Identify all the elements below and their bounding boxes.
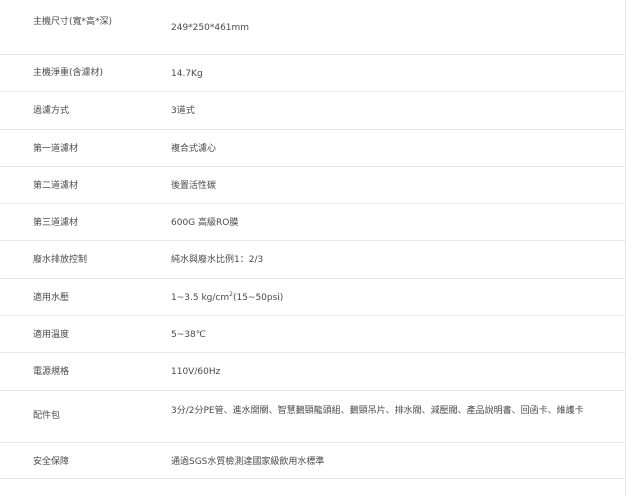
spec-row-filter-1: 第一道濾材 複合式濾心 [0, 129, 625, 166]
spec-label: 第三道濾材 [33, 218, 79, 228]
spec-label: 適用溫度 [33, 330, 70, 340]
spec-label: 安全保障 [33, 457, 70, 467]
spec-row-filter-3: 第三道濾材 600G 高級RO膜 [0, 203, 625, 240]
spec-value: 純水與廢水比例1：2/3 [171, 255, 264, 265]
spec-value: 14.7Kg [171, 69, 203, 79]
spec-value-main: 1~3.5 kg/cm [171, 293, 230, 303]
spec-row-safety: 安全保障 通過SGS水質檢測達國家級飲用水標準 [0, 442, 625, 479]
spec-value: 複合式濾心 [171, 144, 217, 154]
spec-row-power: 電源規格 110V/60Hz [0, 352, 625, 390]
spec-row-water-pressure: 適用水壓 1~3.5 kg/cm2(15~50psi) [0, 278, 625, 315]
spec-row-wastewater: 廢水排放控制 純水與廢水比例1：2/3 [0, 240, 625, 278]
spec-row-accessories: 配件包 3分/2分PE管、進水開關、智慧鵝頸龍頭組、鵝頸吊片、排水閥、減壓閥、產… [0, 390, 625, 442]
spec-row-dimensions: 主機尺寸(寬*高*深) 249*250*461mm [0, 0, 625, 54]
spec-value: 後置活性碳 [171, 181, 217, 191]
spec-label: 廢水排放控制 [33, 255, 88, 265]
spec-label: 配件包 [33, 411, 61, 421]
spec-value: 3分/2分PE管、進水開關、智慧鵝頸龍頭組、鵝頸吊片、排水閥、減壓閥、產品說明書… [171, 406, 584, 416]
spec-value-tail: (15~50psi) [232, 293, 284, 303]
spec-value: 249*250*461mm [171, 23, 250, 33]
spec-label: 第二道濾材 [33, 181, 79, 191]
spec-row-filtration-method: 過濾方式 3道式 [0, 91, 625, 129]
spec-table: 主機尺寸(寬*高*深) 249*250*461mm 主機淨重(含濾材) 14.7… [0, 0, 626, 495]
spec-label: 第一道濾材 [33, 144, 79, 154]
spec-value: 3道式 [171, 106, 195, 116]
spec-value: 600G 高級RO膜 [171, 218, 239, 228]
spec-row-weight: 主機淨重(含濾材) 14.7Kg [0, 54, 625, 91]
spec-value: 通過SGS水質檢測達國家級飲用水標準 [171, 457, 325, 467]
spec-value: 110V/60Hz [171, 367, 221, 377]
spec-row-filter-2: 第二道濾材 後置活性碳 [0, 166, 625, 203]
spec-row-temperature: 適用溫度 5~38℃ [0, 315, 625, 352]
spec-value: 1~3.5 kg/cm2(15~50psi) [171, 292, 601, 304]
spec-value: 5~38℃ [171, 330, 206, 340]
spec-label: 主機尺寸(寬*高*深) [33, 17, 113, 27]
spec-label: 電源規格 [33, 367, 70, 377]
spec-label: 過濾方式 [33, 106, 70, 116]
spec-label: 主機淨重(含濾材) [33, 68, 104, 78]
spec-label: 適用水壓 [33, 293, 70, 303]
